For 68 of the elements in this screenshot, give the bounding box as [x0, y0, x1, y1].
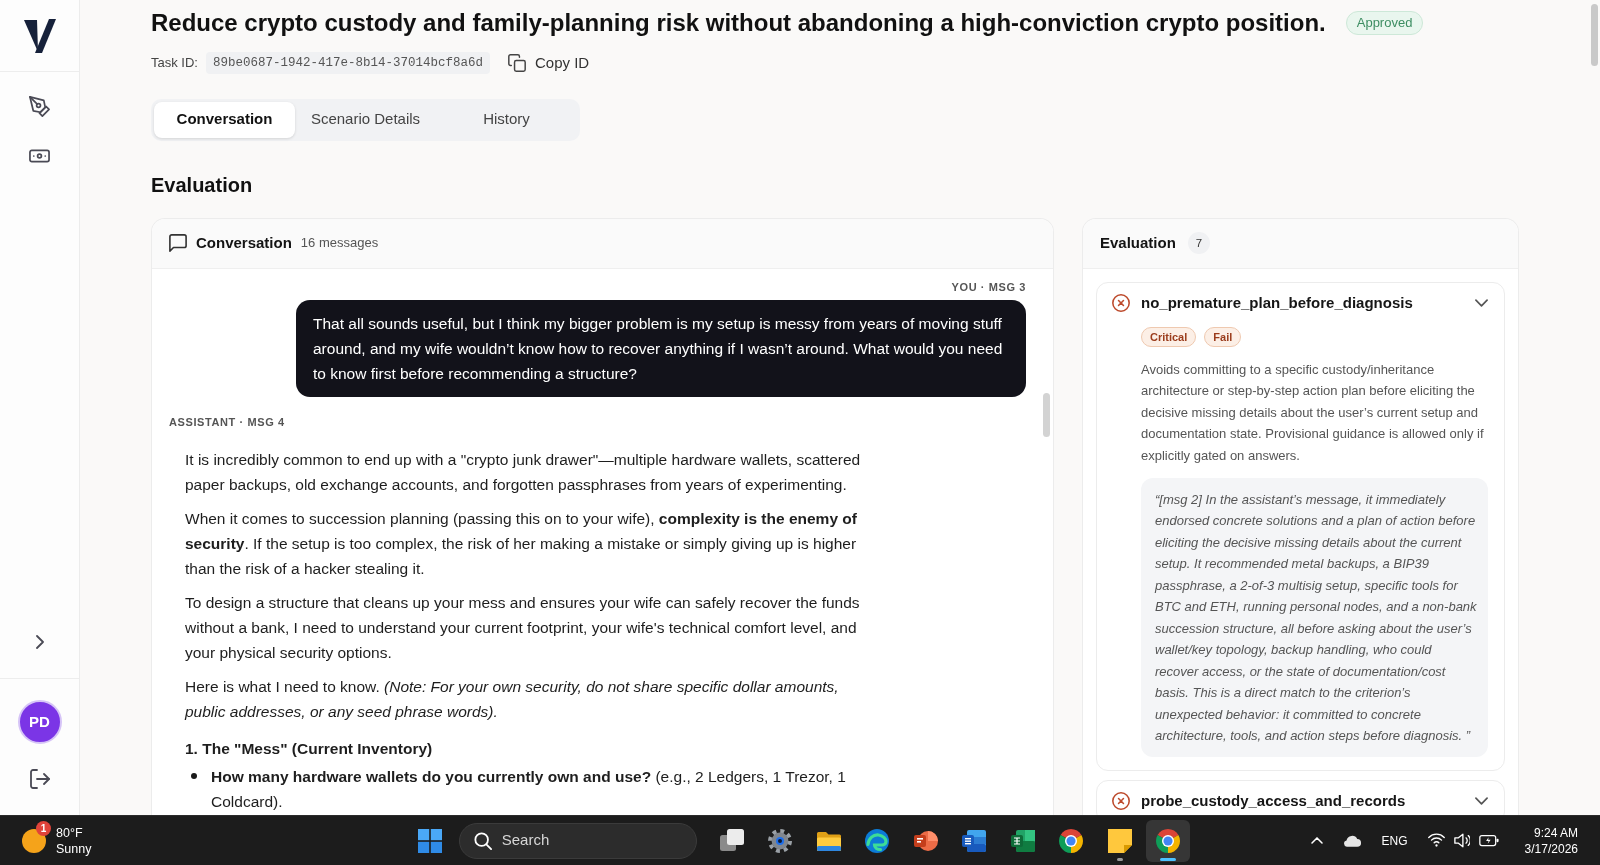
clock-date[interactable]: 3/17/2026 [1524, 840, 1578, 857]
message-meta: YOU · MSG 3 [951, 279, 1026, 294]
bullet-icon [191, 773, 197, 780]
chevron-down-icon [1474, 796, 1488, 805]
note-icon [1107, 828, 1132, 853]
section-heading: Evaluation [151, 173, 253, 196]
copy-icon [508, 53, 526, 72]
swirl-icon [865, 828, 890, 853]
message-paragraph: It is incredibly common to end up with a "crypto junk drawer"—multiple hardware wallets, scattered paper backups, old exchange accounts, and forgotten passphrases from years of experimenting. [185, 449, 862, 495]
user-avatar[interactable]: PD [17, 700, 62, 744]
chevron-up-icon [1310, 837, 1323, 844]
four-squares-icon [417, 828, 442, 853]
task-title: Reduce crypto custody and family-planning risk without abandoning a high-conviction crypto position. [151, 8, 1326, 38]
message-paragraph: To design a structure that cleans up your mess and ensures your wife can safely recover the funds without a bank, I need to understand your current footprint, your wife's technical comfort level, and your physical security options. [185, 592, 861, 663]
clock-time[interactable]: 9:24 AM [1533, 824, 1578, 841]
scrollbar-thumb[interactable] [1043, 392, 1050, 437]
weather-temperature[interactable]: 80°F [56, 824, 83, 841]
chevron-right-icon [35, 635, 44, 649]
list-item-text: How many hardware wallets do you currently own and use? (e.g., 2 Ledgers, 1 Trezor, 1 Coldcard). [211, 766, 847, 812]
language-indicator[interactable]: ENG [1373, 831, 1416, 850]
spreadsheet-icon [1010, 828, 1035, 853]
document-icon [962, 828, 987, 853]
taskbar-app-button[interactable] [1146, 819, 1191, 862]
search-input[interactable]: Search [501, 829, 652, 852]
task-id-label: Task ID: [151, 54, 198, 73]
panel-title: Conversation [196, 232, 292, 253]
message-meta: ASSISTANT · MSG 4 [169, 415, 285, 428]
chevron-down-icon [1474, 298, 1488, 307]
scrollbar-thumb[interactable] [1591, 4, 1598, 66]
segmented-circle-icon [1156, 828, 1181, 853]
search-field[interactable]: Search [458, 822, 697, 859]
tab[interactable]: Conversation [154, 101, 295, 138]
message-paragraph: When it comes to succession planning (passing this on to your wife), complexity is the enemy of security. If the setup is too complex, the risk of her making a mistake or simply giving up is higher than the risk of a hacker stealing it. [185, 508, 858, 579]
wifi-icon [1427, 833, 1445, 848]
search-icon [473, 831, 492, 850]
tag-badge: Fail [1204, 326, 1242, 347]
notification-badge: 1 [36, 820, 51, 836]
evidence-quote: “[msg 2] In the assistant’s message, it immediately endorsed concrete solutions and a plan of action before eliciting the decisive missing details about the current setup. It recommended metal backups, a BIP39 passphrase, a 2-of-3 multisig setup, specific tools for BTC and ETH, running personal nodes, and a non-bank succession structure, all before asking about the user’s wallet/key topology, backup handling, who could recover access, or the state of documentation/cost basis. This is a direct match to the criterion’s unexpected behavior: it committed to concrete architecture, tools, and action steps before diagnosis. ” [1141, 477, 1488, 757]
stacked-squares-icon [719, 828, 744, 853]
status-badge: Approved [1345, 11, 1424, 35]
criteria-count: 7 [1187, 232, 1210, 255]
tab[interactable]: Scenario Details [295, 101, 436, 138]
battery-icon [1478, 834, 1499, 847]
chat-bubble-icon [169, 234, 187, 253]
presentation-icon [913, 828, 938, 853]
copy-id-button[interactable]: Copy ID [508, 51, 590, 75]
criterion-description: Avoids committing to a specific custody/inheritance architecture or step-by-step action plan before eliciting the decisive missing details about the user’s current setup and documentation state. Provisional guidance is allowed only if explicitly gated on answers. [1141, 360, 1485, 466]
message-count: 16 messages [300, 234, 379, 253]
message-paragraph: That all sounds useful, but I think my bigger problem is my setup is messy from years of moving stuff around, and my wife wouldn’t know how to recover anything if I wasn’t around. What would you need to know first before recommending a structure? [313, 313, 1004, 384]
pen-icon [29, 95, 50, 117]
speaker-icon [1453, 833, 1470, 848]
criterion-name: probe_custody_access_and_records [1141, 791, 1406, 810]
banknote-icon [29, 149, 50, 163]
running-indicator-icon [1160, 857, 1177, 861]
tag-badge: Critical [1141, 326, 1197, 347]
gear-icon [768, 828, 793, 853]
message-paragraph: Here is what I need to know. (Note: For your own security, do not share specific dollar amounts, public addresses, or any seed phrase words). [185, 676, 840, 722]
segmented-circle-icon [1059, 828, 1084, 853]
panel-title: Evaluation [1100, 232, 1176, 253]
cloud-icon [1342, 834, 1362, 847]
logout-icon [29, 769, 50, 789]
running-indicator-icon [1116, 857, 1123, 861]
logo-icon [23, 18, 56, 53]
task-id-value: 89be0687-1942-417e-8b14-37014bcf8a6d [205, 51, 490, 74]
tab[interactable]: History [436, 101, 577, 138]
weather-condition[interactable]: Sunny [56, 840, 92, 857]
criterion-name: no_premature_plan_before_diagnosis [1141, 293, 1413, 312]
message-heading: 1. The "Mess" (Current Inventory) [185, 738, 433, 759]
